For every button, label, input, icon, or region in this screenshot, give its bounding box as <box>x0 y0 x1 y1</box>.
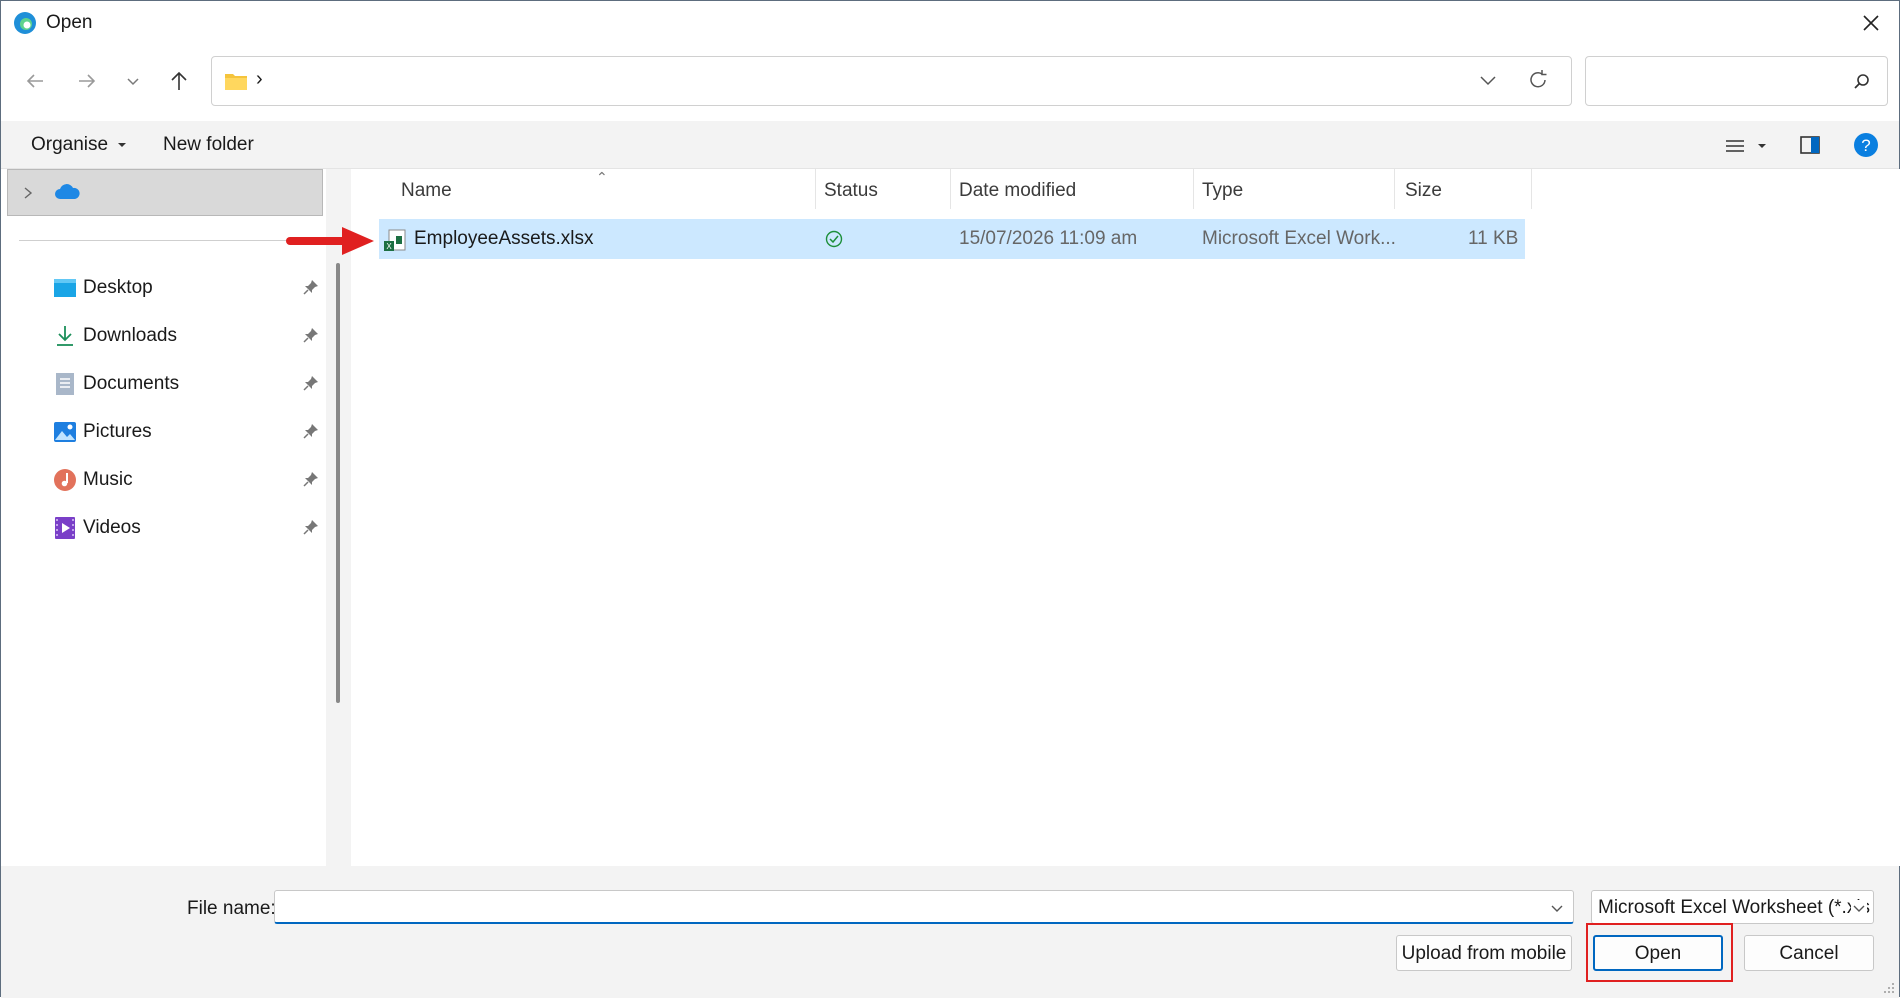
sidebar-item-downloads[interactable]: Downloads <box>53 318 323 354</box>
column-header-date-modified[interactable]: Date modified <box>959 180 1076 202</box>
column-header-status[interactable]: Status <box>824 180 878 202</box>
help-button[interactable]: ? <box>1853 132 1879 158</box>
column-divider[interactable] <box>815 169 816 209</box>
excel-file-icon: X <box>384 229 406 251</box>
resize-grip-icon[interactable] <box>1883 982 1895 994</box>
column-divider[interactable] <box>950 169 951 209</box>
caret-down-icon <box>118 142 127 147</box>
address-dropdown-button[interactable] <box>1477 69 1503 95</box>
help-icon: ? <box>1854 133 1878 157</box>
file-name-label: File name: <box>187 898 276 919</box>
onedrive-cloud-icon <box>55 184 80 199</box>
folder-icon <box>225 74 247 90</box>
pictures-icon <box>54 422 76 442</box>
pin-icon <box>303 376 318 391</box>
recent-locations-button[interactable] <box>115 63 151 99</box>
file-type-value: Microsoft Excel Worksheet (*.xls <box>1598 897 1871 918</box>
svg-text:?: ? <box>1861 136 1870 155</box>
videos-icon <box>55 517 75 539</box>
search-icon <box>1854 74 1869 89</box>
pin-icon <box>303 328 318 343</box>
column-divider[interactable] <box>1193 169 1194 209</box>
pin-icon <box>303 424 318 439</box>
sidebar-item-label: Desktop <box>83 277 153 298</box>
window-title: Open <box>46 12 93 33</box>
synced-check-icon <box>825 230 843 248</box>
pin-icon <box>303 472 318 487</box>
refresh-icon <box>1530 70 1547 88</box>
file-type-select[interactable]: Microsoft Excel Worksheet (*.xls <box>1591 890 1874 924</box>
organise-menu-button[interactable]: Organise <box>31 134 127 156</box>
dialog-footer: File name: Microsoft Excel Worksheet (*.… <box>1 866 1899 998</box>
open-file-dialog: Open › Organise New folder ? Desktop Dow… <box>0 0 1900 998</box>
address-bar[interactable]: › <box>211 56 1572 106</box>
sidebar-scrollbar[interactable] <box>336 263 340 703</box>
file-type: Microsoft Excel Work... <box>1202 228 1396 249</box>
annotation-arrow-icon <box>286 227 374 255</box>
arrow-left-icon <box>26 74 43 88</box>
chevron-down-icon[interactable] <box>1549 900 1565 916</box>
column-header-type[interactable]: Type <box>1202 180 1243 202</box>
sidebar-item-label: Downloads <box>83 325 177 346</box>
upload-from-mobile-button[interactable]: Upload from mobile <box>1396 935 1572 971</box>
column-divider[interactable] <box>1394 169 1395 209</box>
refresh-button[interactable] <box>1527 69 1553 95</box>
column-divider[interactable] <box>1531 169 1532 209</box>
column-header-name[interactable]: Name <box>401 180 452 202</box>
up-button[interactable] <box>161 63 197 99</box>
close-button[interactable] <box>1851 5 1891 41</box>
sort-ascending-icon: ⌃ <box>596 169 608 185</box>
pin-icon <box>303 280 318 295</box>
view-options-button[interactable] <box>1723 133 1769 159</box>
downloads-icon <box>57 326 73 346</box>
sidebar-item-pictures[interactable]: Pictures <box>53 414 323 450</box>
file-name-field[interactable] <box>274 890 1574 924</box>
back-button[interactable] <box>17 63 53 99</box>
arrow-up-icon <box>171 71 187 90</box>
arrow-right-icon <box>79 74 96 88</box>
file-date-modified: 15/07/2026 11:09 am <box>959 228 1138 249</box>
edge-browser-icon <box>14 12 36 34</box>
chevron-down-icon <box>1851 900 1867 916</box>
pin-icon <box>303 520 318 535</box>
organise-label: Organise <box>31 134 109 155</box>
search-input[interactable] <box>1585 56 1888 106</box>
title-bar: Open <box>1 1 1899 45</box>
breadcrumb-separator: › <box>256 68 263 90</box>
sidebar-item-label: Pictures <box>83 421 152 442</box>
file-list: ⌃ Name Status Date modified Type Size X … <box>351 169 1900 866</box>
music-icon <box>54 469 76 491</box>
sidebar-divider <box>19 240 289 241</box>
documents-icon <box>56 373 74 395</box>
column-header-size[interactable]: Size <box>1405 180 1442 202</box>
annotation-highlight-box <box>1586 923 1733 982</box>
svg-text:X: X <box>386 242 392 251</box>
navigation-bar: › <box>1 45 1899 121</box>
desktop-icon <box>54 279 76 297</box>
sidebar-item-label: Music <box>83 469 133 490</box>
file-size: 11 KB <box>1468 228 1519 249</box>
cancel-button[interactable]: Cancel <box>1744 935 1874 971</box>
chevron-right-icon[interactable] <box>22 186 34 200</box>
chevron-down-icon <box>127 78 139 86</box>
sidebar-item-desktop[interactable]: Desktop <box>53 270 323 306</box>
sidebar-item-documents[interactable]: Documents <box>53 366 323 402</box>
forward-button[interactable] <box>69 63 105 99</box>
file-row[interactable]: X EmployeeAssets.xlsx 15/07/2026 11:09 a… <box>379 219 1525 259</box>
preview-pane-button[interactable] <box>1798 133 1824 159</box>
sidebar-item-label: Documents <box>83 373 180 394</box>
navigation-pane: Desktop Downloads Documents Pictures Mus… <box>1 169 326 866</box>
close-icon <box>1863 15 1879 31</box>
sidebar-item-music[interactable]: Music <box>53 462 323 498</box>
file-name: EmployeeAssets.xlsx <box>414 228 594 249</box>
command-bar: Organise New folder ? <box>1 121 1899 169</box>
sidebar-item-label: Videos <box>83 517 141 538</box>
sidebar-item-videos[interactable]: Videos <box>53 510 323 546</box>
list-view-icon <box>1726 140 1766 152</box>
sidebar-item-onedrive[interactable] <box>7 169 323 216</box>
preview-pane-icon <box>1800 136 1820 154</box>
new-folder-button[interactable]: New folder <box>163 134 254 156</box>
chevron-down-icon <box>1480 76 1496 86</box>
